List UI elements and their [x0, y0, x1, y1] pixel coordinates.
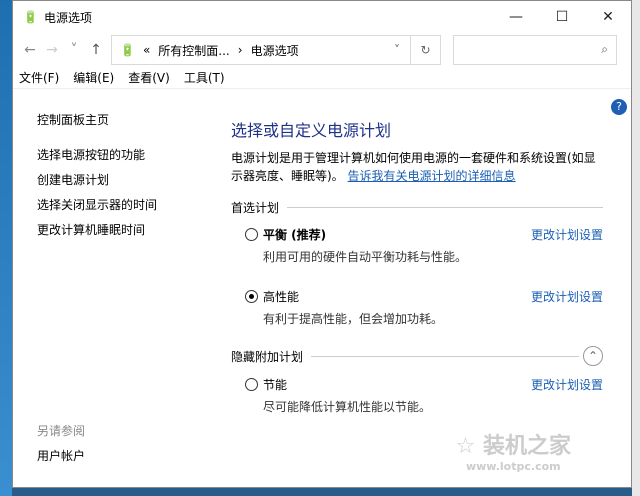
- hidden-plans-header: 隐藏附加计划 ⌃: [231, 346, 603, 366]
- menu-edit[interactable]: 编辑(E): [73, 69, 114, 86]
- plan-power-saver: 节能 尽可能降低计算机性能以节能。 更改计划设置: [231, 376, 603, 424]
- preferred-plans-label: 首选计划: [231, 201, 280, 215]
- maximize-button[interactable]: ☐: [539, 9, 585, 25]
- change-plan-settings-link[interactable]: 更改计划设置: [531, 226, 603, 243]
- watermark: ☆ 装机之家 www.lotpc.com: [455, 434, 571, 473]
- main-content: 选择或自定义电源计划 电源计划是用于管理计算机如何使用电源的一套硬件和系统设置(…: [231, 117, 603, 424]
- plan-desc: 有利于提高性能，但会增加功耗。: [263, 312, 444, 326]
- hidden-plans-label: 隐藏附加计划: [231, 349, 304, 364]
- navigation-bar: ← → ˅ ↑ 🔋 « 所有控制面... › 电源选项 ˅ ↻ ⌕: [13, 33, 631, 67]
- menu-file[interactable]: 文件(F): [19, 69, 59, 86]
- sidebar-create-plan-link[interactable]: 创建电源计划: [37, 171, 217, 196]
- watermark-name: 装机之家: [482, 434, 571, 459]
- power-options-icon: 🔋: [120, 43, 135, 57]
- forward-button[interactable]: →: [41, 42, 63, 58]
- user-accounts-link[interactable]: 用户帐户: [37, 447, 217, 472]
- menu-bar: 文件(F) 编辑(E) 查看(V) 工具(T): [13, 67, 631, 89]
- sidebar: 控制面板主页 选择电源按钮的功能 创建电源计划 选择关闭显示器的时间 更改计算机…: [37, 111, 217, 472]
- watermark-url: www.lotpc.com: [465, 460, 561, 473]
- menu-view[interactable]: 查看(V): [128, 69, 170, 86]
- collapse-chevron-icon[interactable]: ⌃: [583, 346, 603, 366]
- plan-desc: 尽可能降低计算机性能以节能。: [263, 400, 432, 414]
- see-also-label: 另请参阅: [37, 424, 86, 438]
- window-title: 电源选项: [43, 10, 92, 25]
- back-button[interactable]: ←: [19, 42, 41, 58]
- menu-tools[interactable]: 工具(T): [184, 69, 225, 86]
- plan-name[interactable]: 平衡 (推荐): [263, 226, 326, 243]
- sidebar-power-button-link[interactable]: 选择电源按钮的功能: [37, 146, 217, 171]
- change-plan-settings-link[interactable]: 更改计划设置: [531, 376, 603, 393]
- close-button[interactable]: ✕: [585, 9, 631, 25]
- sidebar-sleep-link[interactable]: 更改计算机睡眠时间: [37, 221, 217, 246]
- plan-desc: 利用可用的硬件自动平衡功耗与性能。: [263, 250, 468, 264]
- up-button[interactable]: ↑: [85, 42, 107, 58]
- sidebar-display-off-link[interactable]: 选择关闭显示器的时间: [37, 196, 217, 221]
- plan-balanced: 平衡 (推荐) 利用可用的硬件自动平衡功耗与性能。 更改计划设置: [231, 226, 603, 274]
- search-input[interactable]: ⌕: [453, 35, 617, 65]
- search-icon: ⌕: [601, 42, 608, 56]
- power-options-window: 🔋 电源选项 — ☐ ✕ ← → ˅ ↑ 🔋 « 所有控制面... › 电源选项…: [12, 0, 632, 488]
- plan-name[interactable]: 节能: [263, 376, 287, 393]
- high-performance-radio[interactable]: [245, 290, 258, 303]
- sidebar-home-link[interactable]: 控制面板主页: [37, 111, 217, 136]
- page-title: 选择或自定义电源计划: [231, 121, 392, 140]
- refresh-button[interactable]: ↻: [411, 35, 441, 65]
- plan-high-performance: 高性能 有利于提高性能，但会增加功耗。 更改计划设置: [231, 288, 603, 336]
- change-plan-settings-link[interactable]: 更改计划设置: [531, 288, 603, 305]
- desktop-background: [0, 0, 12, 496]
- minimize-button[interactable]: —: [493, 9, 539, 25]
- breadcrumb-overflow[interactable]: «: [143, 43, 150, 57]
- address-bar[interactable]: 🔋 « 所有控制面... › 电源选项 ˅: [111, 35, 411, 65]
- learn-more-link[interactable]: 告诉我有关电源计划的详细信息: [348, 169, 516, 183]
- plan-name[interactable]: 高性能: [263, 288, 299, 305]
- recent-locations-button[interactable]: ˅: [63, 42, 85, 58]
- help-icon[interactable]: ?: [611, 99, 627, 115]
- power-saver-radio[interactable]: [245, 378, 258, 391]
- desktop-background-right: [632, 0, 640, 496]
- breadcrumb-separator[interactable]: ›: [238, 43, 243, 57]
- preferred-plans-header: 首选计划: [231, 199, 603, 216]
- breadcrumb-power-options[interactable]: 电源选项: [251, 42, 299, 59]
- title-bar: 🔋 电源选项 — ☐ ✕: [13, 1, 631, 33]
- breadcrumb-control-panel[interactable]: 所有控制面...: [158, 42, 229, 59]
- address-dropdown-icon[interactable]: ˅: [394, 43, 400, 57]
- balanced-radio[interactable]: [245, 228, 258, 241]
- power-options-icon: 🔋: [23, 10, 38, 24]
- description: 电源计划是用于管理计算机如何使用电源的一套硬件和系统设置(如显示器亮度、睡眠等)…: [231, 149, 603, 185]
